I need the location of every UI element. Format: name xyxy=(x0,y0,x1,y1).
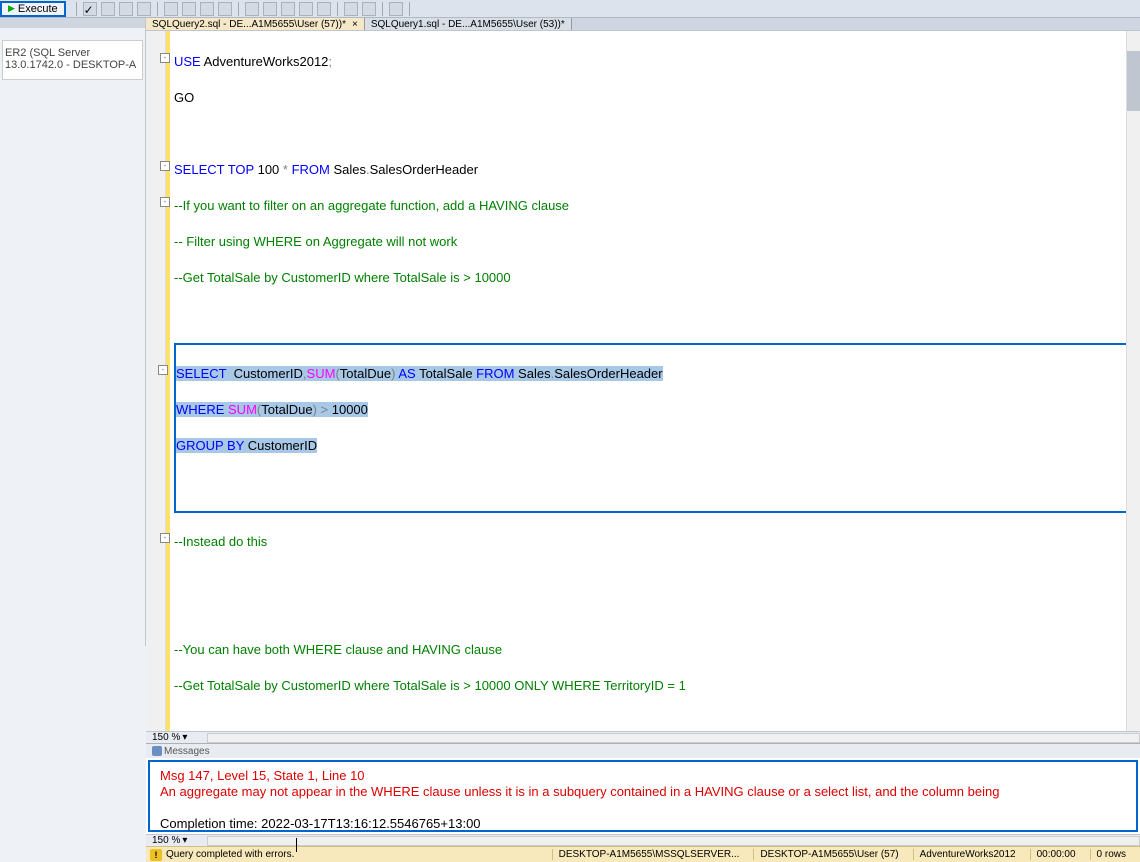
editor-scrollbar[interactable] xyxy=(1126,31,1140,731)
toolbar-icons: ✓ xyxy=(74,2,412,16)
zoom-level[interactable]: 150 % xyxy=(152,835,180,846)
top-toolbar: ▶ Execute ✓ xyxy=(0,0,1140,18)
status-text: Query completed with errors. xyxy=(166,849,294,860)
messages-tab[interactable]: Messages xyxy=(152,746,210,757)
status-database: AdventureWorks2012 xyxy=(913,849,1022,860)
collapse-icon[interactable]: - xyxy=(160,533,170,543)
status-user: DESKTOP-A1M5655\User (57) xyxy=(753,849,904,860)
tab-query-active[interactable]: SQLQuery2.sql - DE...A1M5655\User (57))*… xyxy=(146,18,365,30)
warning-icon: ! xyxy=(150,849,162,861)
horizontal-scrollbar[interactable] xyxy=(207,836,1140,846)
object-explorer: ER2 (SQL Server 13.0.1742.0 - DESKTOP-A xyxy=(0,18,146,646)
execute-label: Execute xyxy=(18,3,58,15)
completion-time: Completion time: 2022-03-17T13:16:12.554… xyxy=(160,816,1126,832)
sidebar-header xyxy=(0,18,145,28)
status-time: 00:00:00 xyxy=(1030,849,1082,860)
dropdown-icon[interactable]: ▾ xyxy=(182,732,187,743)
messages-content[interactable]: Msg 147, Level 15, State 1, Line 10 An a… xyxy=(148,760,1138,832)
server-label: ER2 (SQL Server 13.0.1742.0 - DESKTOP-A xyxy=(5,47,136,71)
horizontal-scrollbar[interactable] xyxy=(207,733,1140,743)
status-server: DESKTOP-A1M5655\MSSQLSERVER... xyxy=(552,849,746,860)
messages-icon xyxy=(152,746,162,756)
selected-query-box: -SELECT CustomerID,SUM(TotalDue) AS Tota… xyxy=(174,343,1140,513)
play-icon: ▶ xyxy=(8,3,15,14)
execute-button[interactable]: ▶ Execute xyxy=(0,1,66,17)
toolbar-icon[interactable] xyxy=(362,2,376,16)
text-caret xyxy=(296,838,297,852)
collapse-icon[interactable]: - xyxy=(160,53,170,63)
editor-margin xyxy=(146,31,166,731)
toolbar-icon[interactable] xyxy=(218,2,232,16)
messages-tab-label: Messages xyxy=(164,746,210,757)
toolbar-icon[interactable]: ✓ xyxy=(83,2,97,16)
error-location: Msg 147, Level 15, State 1, Line 10 xyxy=(160,768,1126,784)
tab-label: SQLQuery2.sql - DE...A1M5655\User (57))* xyxy=(152,19,346,30)
toolbar-icon[interactable] xyxy=(389,2,403,16)
zoom-level[interactable]: 150 % xyxy=(152,732,180,743)
toolbar-icon[interactable] xyxy=(119,2,133,16)
tab-query-inactive[interactable]: SQLQuery1.sql - DE...A1M5655\User (53))* xyxy=(365,18,572,30)
dropdown-icon[interactable]: ▾ xyxy=(182,835,187,846)
toolbar-icon[interactable] xyxy=(299,2,313,16)
code-content[interactable]: -USE AdventureWorks2012; GO -SELECT TOP … xyxy=(170,31,1140,731)
editor-zoom-bar: 150 % ▾ xyxy=(146,731,1140,743)
collapse-icon[interactable]: - xyxy=(160,161,170,171)
toolbar-icon[interactable] xyxy=(344,2,358,16)
toolbar-icon[interactable] xyxy=(137,2,151,16)
toolbar-icon[interactable] xyxy=(164,2,178,16)
status-rows: 0 rows xyxy=(1090,849,1132,860)
toolbar-icon[interactable] xyxy=(182,2,196,16)
server-node[interactable]: ER2 (SQL Server 13.0.1742.0 - DESKTOP-A xyxy=(2,40,143,80)
messages-panel: Messages Msg 147, Level 15, State 1, Lin… xyxy=(146,743,1140,862)
toolbar-icon[interactable] xyxy=(200,2,214,16)
toolbar-icon[interactable] xyxy=(317,2,331,16)
tab-label: SQLQuery1.sql - DE...A1M5655\User (53))* xyxy=(371,19,565,30)
collapse-icon[interactable]: - xyxy=(158,365,168,375)
toolbar-icon[interactable] xyxy=(101,2,115,16)
toolbar-icon[interactable] xyxy=(245,2,259,16)
document-tabs: SQLQuery2.sql - DE...A1M5655\User (57))*… xyxy=(146,18,1140,30)
sql-editor[interactable]: -USE AdventureWorks2012; GO -SELECT TOP … xyxy=(146,30,1140,731)
collapse-icon[interactable]: - xyxy=(160,197,170,207)
toolbar-icon[interactable] xyxy=(281,2,295,16)
close-icon[interactable]: × xyxy=(352,19,358,30)
toolbar-icon[interactable] xyxy=(263,2,277,16)
error-message: An aggregate may not appear in the WHERE… xyxy=(160,784,1126,800)
